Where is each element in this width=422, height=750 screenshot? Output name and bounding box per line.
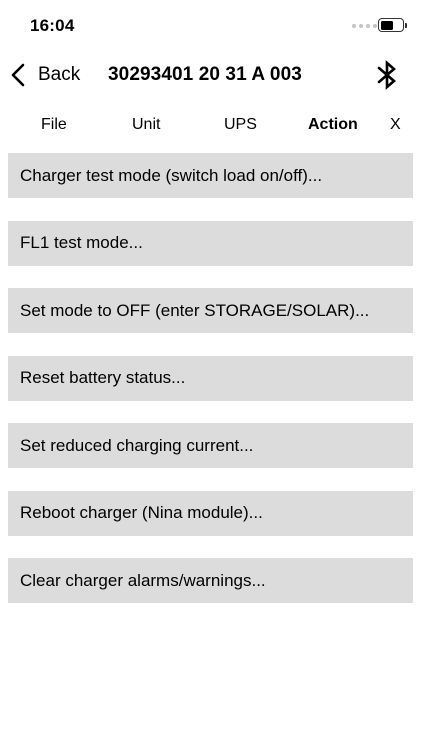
status-time: 16:04 (30, 16, 75, 35)
action-set-mode-off[interactable]: Set mode to OFF (enter STORAGE/SOLAR)... (8, 288, 413, 333)
battery-fill (380, 20, 394, 30)
back-button[interactable]: Back (8, 60, 80, 90)
action-reset-battery-status[interactable]: Reset battery status... (8, 355, 413, 401)
signal-icon (352, 24, 377, 28)
chevron-left-icon (11, 63, 25, 87)
tab-action[interactable]: Action (308, 116, 358, 134)
bluetooth-icon[interactable] (374, 59, 400, 91)
back-label: Back (38, 64, 81, 85)
action-charger-test-mode[interactable]: Charger test mode (switch load on/off)..… (8, 153, 413, 198)
tab-bar: File Unit UPS Action X (0, 110, 422, 142)
page-title: 30293401 20 31 A 003 (108, 64, 302, 85)
action-fl1-test-mode[interactable]: FL1 test mode... (8, 220, 413, 266)
status-bar: 16:04 (0, 0, 422, 50)
action-clear-alarms[interactable]: Clear charger alarms/warnings... (8, 558, 413, 603)
tab-unit[interactable]: Unit (132, 116, 160, 134)
tab-close[interactable]: X (390, 116, 401, 134)
battery-icon (378, 18, 407, 32)
nav-bar: Back 30293401 20 31 A 003 (0, 52, 422, 98)
action-set-reduced-charging[interactable]: Set reduced charging current... (8, 423, 413, 468)
action-reboot-charger[interactable]: Reboot charger (Nina module)... (8, 490, 413, 536)
tab-ups[interactable]: UPS (224, 116, 257, 134)
action-list: Charger test mode (switch load on/off)..… (8, 153, 413, 626)
tab-file[interactable]: File (41, 116, 67, 134)
